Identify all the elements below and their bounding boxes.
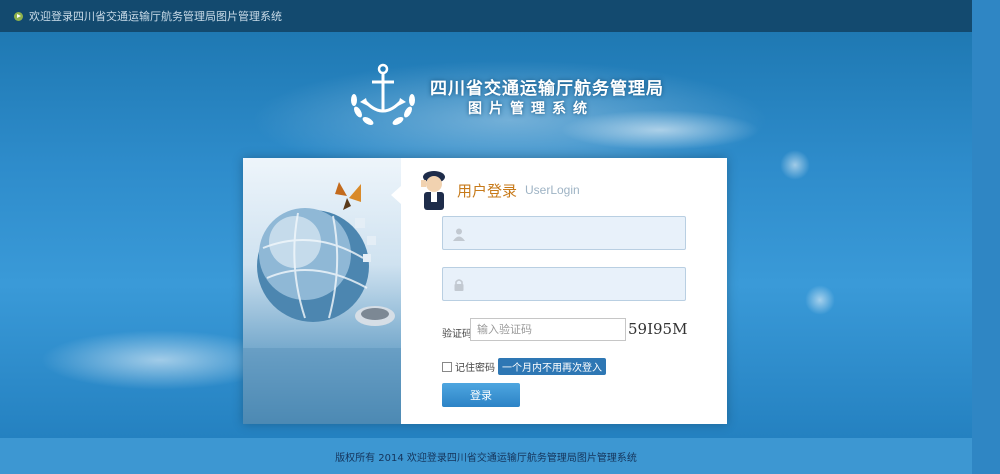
- captcha-input[interactable]: [470, 318, 626, 341]
- footer: 版权所有 2014 欢迎登录四川省交通运输厅航务管理局图片管理系统: [0, 438, 972, 474]
- globe-icon: [257, 208, 376, 322]
- bubble-decoration: [780, 150, 810, 180]
- brand-subtitle: 图片管理系统: [468, 101, 594, 117]
- login-form: 用户登录 UserLogin 验证码 59I95M: [401, 158, 727, 424]
- play-icon: [14, 11, 23, 21]
- login-panel: 用户登录 UserLogin 验证码 59I95M: [243, 158, 727, 424]
- top-bar: 欢迎登录四川省交通运输厅航务管理局图片管理系统: [0, 0, 972, 32]
- panel-pointer: [391, 186, 401, 204]
- brand-title: 四川省交通运输厅航务管理局: [430, 79, 664, 99]
- login-button[interactable]: 登录: [442, 383, 520, 407]
- remember-tip: 一个月内不用再次登入: [498, 358, 606, 375]
- copyright-text: 版权所有 2014 欢迎登录四川省交通运输厅航务管理局图片管理系统: [335, 452, 637, 464]
- anchor-logo-icon: [346, 60, 420, 130]
- username-field[interactable]: [442, 216, 686, 250]
- remember-checkbox[interactable]: [442, 361, 452, 372]
- right-edge-strip: [972, 0, 1000, 474]
- password-input[interactable]: [471, 268, 681, 300]
- login-subtitle: UserLogin: [525, 183, 580, 197]
- remember-label[interactable]: 记住密码: [455, 359, 495, 374]
- password-field[interactable]: [442, 267, 686, 301]
- lock-icon: [452, 277, 466, 291]
- captcha-label: 验证码: [442, 329, 472, 340]
- welcome-text: 欢迎登录四川省交通运输厅航务管理局图片管理系统: [29, 10, 282, 23]
- mouse-icon: [355, 306, 395, 326]
- bubble-decoration: [805, 285, 835, 315]
- remember-row: 记住密码 一个月内不用再次登入: [442, 358, 606, 375]
- butterfly-icon: [335, 182, 361, 210]
- login-title: 用户登录: [457, 182, 518, 200]
- officer-icon: [419, 168, 449, 212]
- captcha-image[interactable]: 59I95M: [628, 318, 690, 340]
- user-icon: [452, 226, 466, 241]
- username-input[interactable]: [471, 217, 681, 249]
- panel-illustration: [243, 158, 401, 424]
